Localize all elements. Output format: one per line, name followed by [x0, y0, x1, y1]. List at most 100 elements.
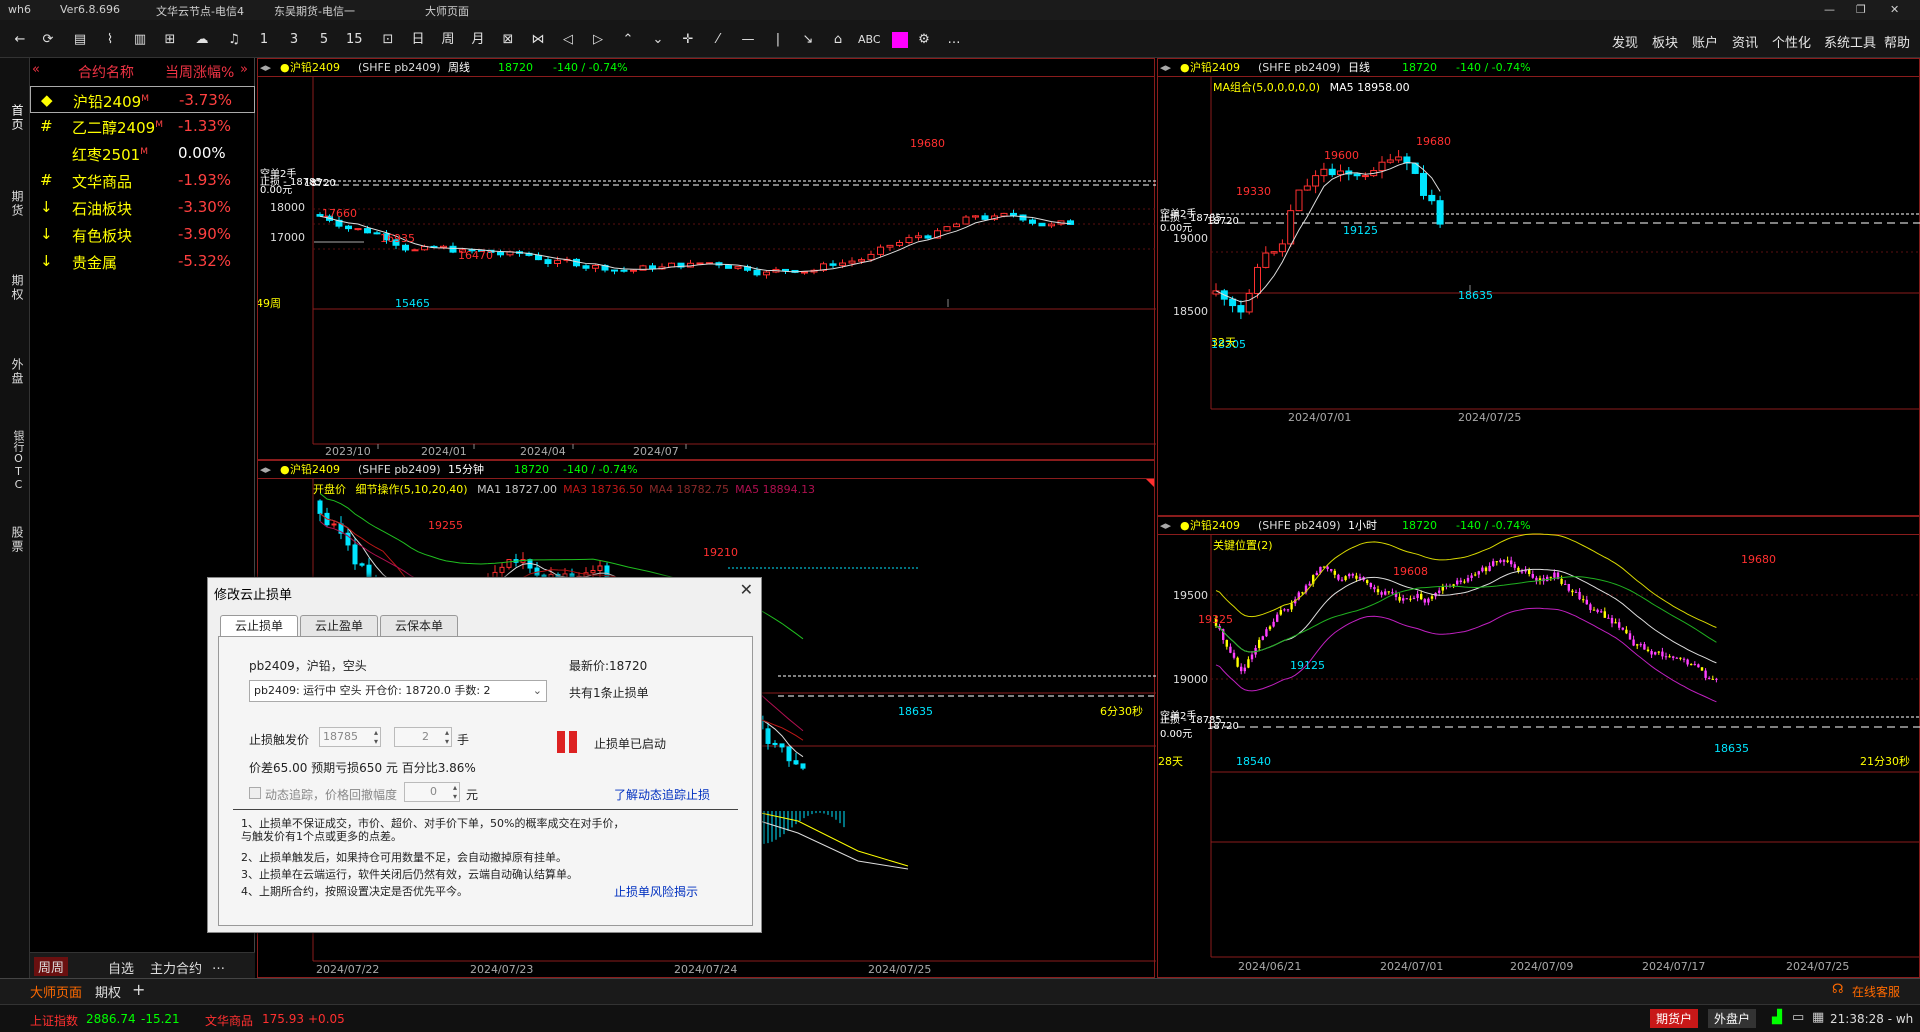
candle [1657, 651, 1660, 653]
nav-futures[interactable]: 期货 [4, 190, 26, 218]
nav-bank-otc[interactable]: 银行OTC [4, 430, 26, 491]
trigger-price-input[interactable]: 18785 ▴ ▾ [319, 727, 381, 747]
dynamic-help-link[interactable]: 了解动态追踪止损 [614, 786, 710, 803]
server-node[interactable]: 文华云节点-电信4 [156, 3, 244, 19]
refresh-icon[interactable]: ⟳ [40, 30, 56, 50]
up-icon[interactable]: ⌃ [620, 30, 636, 50]
broker-node[interactable]: 东吴期货-电信一 [274, 3, 355, 19]
kline-icon[interactable]: ▥ [132, 30, 148, 50]
text-tool[interactable]: ABC [858, 30, 881, 50]
retrace-input[interactable]: 0 ▴ ▾ [404, 782, 460, 802]
tab-cloud-take-profit[interactable]: 云止盈单 [300, 615, 379, 637]
chart-daily[interactable]: ◂▸ ● 沪铅2409 (SHFE pb2409) 日线 18720 -140 … [1157, 58, 1920, 516]
tab-favorites[interactable]: 自选 [108, 958, 134, 977]
online-service[interactable]: 在线客服 [1852, 983, 1900, 1000]
headset-icon[interactable]: ☊ [1832, 982, 1844, 997]
candle [1571, 590, 1574, 593]
close-window-icon[interactable]: ✕ [1890, 3, 1899, 16]
message-icon[interactable]: ▭ [1792, 1010, 1804, 1025]
menu-personalize[interactable]: 个性化 [1772, 32, 1811, 51]
collapse-icon[interactable]: « [32, 62, 40, 77]
close-icon[interactable]: ✕ [740, 580, 753, 599]
menu-discover[interactable]: 发现 [1612, 32, 1638, 51]
nav-home[interactable]: 首页 [4, 104, 26, 132]
col-contract-name[interactable]: 合约名称 [78, 62, 134, 82]
period-week[interactable]: 周 [440, 30, 456, 50]
hline-icon[interactable]: — [740, 30, 756, 50]
x-tick: 2024/01 [421, 445, 467, 458]
expand-icon[interactable]: » [240, 62, 248, 77]
nav-stocks[interactable]: 股票 [4, 526, 26, 554]
menu-account[interactable]: 账户 [1692, 32, 1718, 51]
layout-icon[interactable]: ▦ [1812, 1010, 1824, 1025]
period-60-icon[interactable]: ⊡ [380, 30, 396, 50]
add-tab-icon[interactable]: + [132, 980, 145, 999]
watch-row[interactable]: 红枣2501M 0.00% [30, 140, 255, 167]
watch-row[interactable]: ↓ 有色板块 -3.90% [30, 221, 255, 248]
shrink-icon[interactable]: ⋈ [530, 30, 546, 50]
menu-help[interactable]: 帮助 [1884, 32, 1910, 51]
left-icon[interactable]: ◁ [560, 30, 576, 50]
crosshair-icon[interactable]: ✛ [680, 30, 696, 50]
back-icon[interactable]: ← [12, 30, 28, 50]
quantity-input[interactable]: 2 ▴ ▾ [394, 727, 452, 747]
watch-row[interactable]: # 文华商品 -1.93% [30, 167, 255, 194]
restore-icon[interactable]: ❐ [1856, 3, 1866, 16]
candle [1270, 251, 1278, 254]
col-weekly-change[interactable]: 当周涨幅% [165, 62, 234, 82]
tab-main-contracts[interactable]: 主力合约 [150, 958, 202, 977]
menu-system-tools[interactable]: 系统工具 [1824, 32, 1876, 51]
tab-master-page[interactable]: 大师页面 [30, 982, 82, 1001]
minimize-icon[interactable]: — [1824, 3, 1835, 16]
period-month[interactable]: 月 [470, 30, 486, 50]
watch-row[interactable]: ↓ 贵金属 -5.32% [30, 248, 255, 275]
foreign-account-button[interactable]: 外盘户 [1708, 1009, 1757, 1028]
tab-cloud-breakeven[interactable]: 云保本单 [380, 615, 459, 637]
alarm-icon[interactable]: ♫ [226, 30, 242, 50]
line-chart-icon[interactable]: ⌇ [102, 30, 118, 50]
futures-account-button[interactable]: 期货户 [1650, 1009, 1699, 1028]
chart-weekly[interactable]: ◂▸ ● 沪铅2409 (SHFE pb2409) 周线 18720 -140 … [257, 58, 1156, 460]
menu-news[interactable]: 资讯 [1732, 32, 1758, 51]
zoom-icon[interactable]: ⊠ [500, 30, 516, 50]
grid-icon[interactable]: ⊞ [162, 30, 178, 50]
tab-cloud-stop-loss[interactable]: 云止损单 [220, 615, 299, 637]
cloud-icon[interactable]: ☁ [194, 30, 210, 50]
quote-list-icon[interactable]: ▤ [72, 30, 88, 50]
nav-options[interactable]: 期权 [4, 274, 26, 302]
stepper-icon[interactable]: ▴ ▾ [453, 783, 457, 801]
pause-icon[interactable] [557, 731, 579, 753]
vline-icon[interactable]: | [770, 30, 786, 50]
period-3[interactable]: 3 [286, 30, 302, 50]
stepper-icon[interactable]: ▴ ▾ [374, 728, 378, 746]
more-tools[interactable]: … [946, 30, 962, 50]
chart-hourly[interactable]: ◂▸ ● 沪铅2409 (SHFE pb2409) 1小时 18720 -140… [1157, 516, 1920, 978]
nav-foreign[interactable]: 外盘 [4, 358, 26, 386]
tab-more[interactable]: … [212, 958, 225, 973]
watch-row[interactable]: ↓ 石油板块 -3.30% [30, 194, 255, 221]
dynamic-checkbox[interactable] [249, 787, 261, 799]
menu-sector[interactable]: 板块 [1652, 32, 1678, 51]
draw-line-icon[interactable]: ⁄ [710, 30, 726, 50]
stepper-icon[interactable]: ▴ ▾ [445, 728, 449, 746]
right-icon[interactable]: ▷ [590, 30, 606, 50]
period-1[interactable]: 1 [256, 30, 272, 50]
tab-options[interactable]: 期权 [95, 982, 121, 1001]
period-15[interactable]: 15 [346, 30, 363, 50]
risk-disclosure-link[interactable]: 止损单风险揭示 [614, 883, 698, 900]
down-icon[interactable]: ⌄ [650, 30, 666, 50]
home-icon[interactable]: ⌂ [830, 30, 846, 50]
tab-weekly[interactable]: 周周 [34, 957, 69, 976]
index-name[interactable]: 上证指数 [30, 1012, 78, 1029]
commodity-name[interactable]: 文华商品 [205, 1012, 253, 1029]
order-select[interactable]: pb2409: 运行中 空头 开仓价: 18720.0 手数: 2 ⌄ [249, 680, 547, 702]
candle [886, 244, 894, 248]
arrow-icon[interactable]: ↘ [800, 30, 816, 50]
period-5[interactable]: 5 [316, 30, 332, 50]
color-picker-icon[interactable] [892, 32, 908, 48]
settings-gear-icon[interactable]: ⚙ [916, 30, 932, 50]
watch-row[interactable]: # 乙二醇2409M -1.33% [30, 113, 255, 140]
period-day[interactable]: 日 [410, 30, 426, 50]
stop-count: 共有1条止损单 [569, 686, 649, 700]
watch-row[interactable]: ◆ 沪铅2409M -3.73% [30, 86, 255, 113]
